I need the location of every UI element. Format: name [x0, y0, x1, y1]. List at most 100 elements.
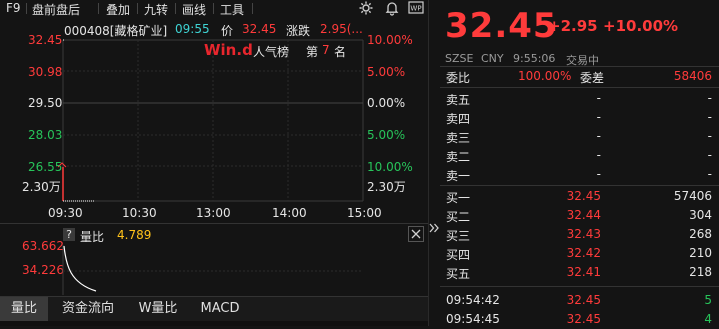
quote-time: 9:55:06: [513, 52, 556, 65]
right-axis-label: 10.00%: [367, 160, 413, 174]
left-axis-label: 28.03: [28, 128, 63, 142]
ask-label: 卖四: [446, 112, 471, 126]
left-axis-label: 26.55: [28, 160, 63, 174]
bid-price: 32.45: [566, 189, 601, 203]
ask-row[interactable]: 卖一 - -: [440, 166, 719, 184]
toolbar-divider: [137, 3, 138, 14]
popularity-rank: 7: [322, 43, 330, 57]
time-axis-label: 09:30: [48, 206, 83, 220]
right-axis-volume: 2.30万: [367, 180, 406, 194]
bid-row[interactable]: 买五 32.41 218: [440, 264, 719, 282]
bell-icon[interactable]: [384, 0, 400, 16]
divider: [440, 66, 719, 67]
volume-ratio-chart[interactable]: ? 量比 4.789 63.662 34.226: [0, 225, 428, 295]
toolbar-f9-button[interactable]: F9: [6, 1, 21, 15]
weicha-value: 58406: [673, 69, 712, 83]
toolbar-divider: [26, 3, 27, 14]
bid-label: 买五: [446, 267, 471, 281]
ask-label: 卖二: [446, 150, 471, 164]
bid-row[interactable]: 买二 32.44 304: [440, 207, 719, 225]
bid-volume: 210: [689, 246, 712, 260]
tab-macd[interactable]: MACD: [192, 297, 248, 321]
popularity-label[interactable]: 人气榜: [253, 43, 289, 60]
bid-label: 买四: [446, 248, 471, 262]
tab-w-volume-ratio[interactable]: W量比: [128, 297, 188, 321]
toolbar-drawline-button[interactable]: 画线: [182, 1, 206, 18]
ask-row[interactable]: 卖三 - -: [440, 128, 719, 146]
last-price: 32.45: [445, 6, 558, 46]
left-axis-volume: 2.30万: [22, 180, 61, 194]
toolbar-divider: [98, 3, 99, 14]
popularity-suffix: 名: [334, 45, 347, 59]
tick-time: 09:54:42: [446, 293, 500, 307]
ask-volume: -: [707, 148, 712, 162]
currency: CNY: [481, 52, 504, 65]
exchange: SZSE: [445, 52, 474, 65]
right-axis-label: 5.00%: [367, 65, 406, 79]
tick-time: 09:54:45: [446, 312, 500, 326]
tick-row: 09:54:45 32.45 4: [440, 311, 719, 329]
left-axis-label: 30.98: [28, 65, 63, 79]
tick-volume: 5: [704, 293, 712, 307]
double-chevron-right-icon[interactable]: [429, 222, 440, 234]
order-imbalance-row: 委比 100.00% 委差 58406: [440, 68, 719, 86]
toolbar-divider: [175, 3, 176, 14]
weibi-value: 100.00%: [518, 69, 572, 83]
bid-label: 买一: [446, 191, 471, 205]
chart-toolbar: F9 盘前盘后 叠加 九转 画线 工具 WP: [0, 0, 430, 18]
popularity-prefix: 第: [306, 45, 319, 59]
time-axis-label: 15:00: [347, 206, 382, 220]
tab-volume-ratio[interactable]: 量比: [0, 297, 48, 321]
toolbar-divider: [213, 3, 214, 14]
subchart-plot: [62, 245, 363, 295]
toolbar-premarket-button[interactable]: 盘前盘后: [32, 1, 80, 18]
ask-label: 卖五: [446, 93, 471, 107]
ask-volume: -: [707, 129, 712, 143]
wp-icon[interactable]: WP: [408, 0, 424, 16]
tick-row: 09:54:42 32.45 5: [440, 292, 719, 310]
divider: [440, 286, 719, 287]
toolbar-overlay-button[interactable]: 叠加: [106, 1, 130, 18]
toolbar-tools-button[interactable]: 工具: [220, 1, 244, 18]
gear-icon[interactable]: [358, 0, 374, 16]
toolbar-ninturn-button[interactable]: 九转: [144, 1, 168, 18]
bid-volume: 268: [689, 227, 712, 241]
left-axis-label: 29.50: [28, 96, 63, 110]
right-axis-label: 0.00%: [367, 96, 406, 110]
right-axis-label: 10.00%: [367, 33, 413, 47]
time-axis-label: 13:00: [196, 206, 231, 220]
wind-logo: Win.d: [204, 42, 252, 58]
time-axis-label: 14:00: [272, 206, 307, 220]
time-axis-label: 10:30: [122, 206, 157, 220]
ask-volume: -: [707, 167, 712, 181]
right-axis-label: 5.00%: [367, 128, 406, 142]
weicha-label: 委差: [580, 71, 605, 85]
bid-row[interactable]: 买一 32.45 57406: [440, 188, 719, 206]
weibi-label: 委比: [446, 71, 471, 85]
quote-panel: 32.45 +2.95 +10.00% SZSE CNY 9:55:06 交易中…: [440, 0, 719, 326]
svg-text:WP: WP: [410, 5, 421, 13]
volume-ratio-line: [63, 245, 97, 292]
ask-row[interactable]: 卖二 - -: [440, 147, 719, 165]
ask-volume: -: [707, 110, 712, 124]
bid-row[interactable]: 买三 32.43 268: [440, 226, 719, 244]
ask-price: -: [596, 110, 601, 124]
chart-divider: [0, 223, 428, 224]
divider: [440, 185, 719, 186]
ask-price: -: [596, 129, 601, 143]
ask-price: -: [596, 91, 601, 105]
bid-row[interactable]: 买四 32.42 210: [440, 245, 719, 263]
ask-label: 卖一: [446, 169, 471, 183]
ask-volume: -: [707, 91, 712, 105]
ask-row[interactable]: 卖五 - -: [440, 90, 719, 108]
price-change: +2.95: [548, 17, 598, 35]
tab-fund-flow[interactable]: 资金流向: [52, 297, 124, 321]
bid-price: 32.43: [566, 227, 601, 241]
bid-label: 买二: [446, 210, 471, 224]
bid-volume: 304: [689, 208, 712, 222]
ask-label: 卖三: [446, 131, 471, 145]
ask-row[interactable]: 卖四 - -: [440, 109, 719, 127]
tick-volume: 4: [704, 312, 712, 326]
intraday-chart[interactable]: 000408[藏格矿业] 09:55 价 32.45 涨跌 2.95(... 3…: [0, 18, 428, 223]
bid-volume: 57406: [673, 189, 712, 203]
